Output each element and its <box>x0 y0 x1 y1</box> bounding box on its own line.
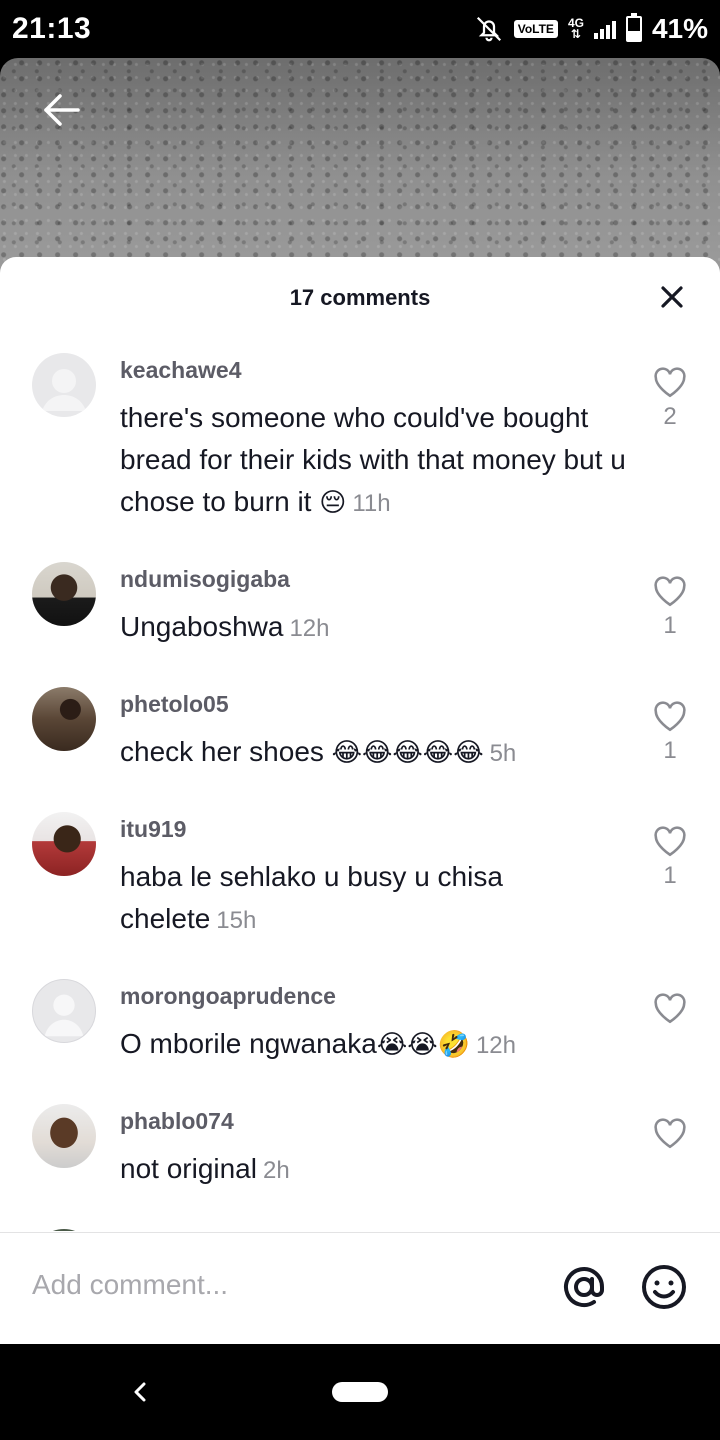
at-sign-icon[interactable] <box>560 1263 608 1311</box>
close-icon[interactable] <box>658 283 686 311</box>
comment-item: phablo074 not original 2h <box>0 1104 720 1214</box>
comment-item: itu919 haba le sehlako u busy u chisa ch… <box>0 812 720 962</box>
comment-text: there's someone who could've bought brea… <box>120 397 630 525</box>
heart-icon <box>654 701 686 732</box>
comment-input-bar: Add comment... <box>0 1232 720 1344</box>
avatar-default[interactable] <box>32 353 96 417</box>
comment-username[interactable]: phetolo05 <box>120 691 229 718</box>
like-button[interactable]: 1 <box>652 826 688 890</box>
comment-item: keachawe4 there's someone who could've b… <box>0 353 720 553</box>
system-nav-bar <box>0 1344 720 1440</box>
home-pill[interactable] <box>332 1382 388 1402</box>
default-avatar-icon <box>44 994 84 1037</box>
comment-item: ndumisogigaba Ungaboshwa 12h 1 <box>0 562 720 672</box>
avatar[interactable] <box>32 812 96 876</box>
heart-icon <box>654 1118 686 1149</box>
heart-icon <box>654 993 686 1024</box>
comment-text: not original 2h <box>120 1148 630 1192</box>
comment-time: 15h <box>216 907 257 934</box>
comment-username[interactable]: phablo074 <box>120 1108 234 1135</box>
comment-username[interactable]: keachawe4 <box>120 357 241 384</box>
comment-emoji: 😔 <box>319 488 347 518</box>
heart-icon <box>654 367 686 398</box>
heart-icon <box>654 576 686 607</box>
comment-body: check her shoes <box>120 736 332 767</box>
like-count: 1 <box>663 862 677 889</box>
status-icons: VoLTE 4G ⇅ 41% <box>474 12 708 46</box>
nav-back-icon[interactable] <box>126 1378 154 1406</box>
signal-icon <box>593 19 616 39</box>
comment-emoji: 😭😭🤣 <box>376 1030 470 1060</box>
comment-emoji: 😂😂😂😂😂 <box>331 738 484 768</box>
avatar[interactable] <box>32 1229 96 1231</box>
avatar[interactable] <box>32 1104 96 1168</box>
like-button[interactable]: 2 <box>652 367 688 431</box>
heart-icon <box>654 826 686 857</box>
comments-sheet: 17 comments keachawe4 there's someone wh… <box>0 257 720 1344</box>
comment-username[interactable]: morongoaprudence <box>120 983 336 1010</box>
notifications-off-icon <box>476 16 501 42</box>
battery-fill <box>627 30 640 40</box>
status-time: 21:13 <box>12 12 92 45</box>
like-button[interactable] <box>652 993 688 1029</box>
like-button[interactable]: 1 <box>652 576 688 640</box>
like-button[interactable]: 1 <box>652 701 688 765</box>
status-bar: 21:13 VoLTE 4G ⇅ 41% <box>0 0 720 58</box>
comment-text: Ungaboshwa 12h <box>120 606 630 650</box>
comment-username[interactable]: itu919 <box>120 816 186 843</box>
comment-body: haba le sehlako u busy u chisa chelete <box>120 861 503 934</box>
comment-time: 2h <box>262 1157 290 1184</box>
comment-time: 5h <box>489 740 517 767</box>
avatar[interactable] <box>32 562 96 626</box>
avatar[interactable] <box>32 687 96 751</box>
comment-text: check her shoes 😂😂😂😂😂 5h <box>120 731 630 775</box>
comment-list[interactable]: keachawe4 there's someone who could've b… <box>0 341 720 1231</box>
comment-body: Ungaboshwa <box>120 611 284 642</box>
like-button[interactable] <box>652 1118 688 1154</box>
battery-percent: 41% <box>651 13 708 44</box>
data-arrows-icon: ⇅ <box>570 27 581 41</box>
comment-item-partial <box>0 1229 720 1231</box>
avatar-default[interactable] <box>32 979 96 1043</box>
smiley-icon[interactable] <box>640 1263 688 1311</box>
comment-text: O mborile ngwanaka😭😭🤣 12h <box>120 1023 630 1067</box>
sheet-header: 17 comments <box>0 257 720 341</box>
battery-icon <box>625 13 642 42</box>
comment-username[interactable]: ndumisogigaba <box>120 566 290 593</box>
network-type: 4G ⇅ <box>568 17 584 41</box>
comment-body: O mborile ngwanaka <box>120 1028 377 1059</box>
default-avatar-icon <box>42 369 86 411</box>
comment-time: 12h <box>289 615 330 642</box>
comments-count-title: 17 comments <box>289 285 431 310</box>
comment-input[interactable]: Add comment... <box>32 1269 228 1301</box>
comment-body: not original <box>120 1153 257 1184</box>
video-preview <box>0 58 720 288</box>
back-button[interactable] <box>40 88 84 132</box>
comment-item: phetolo05 check her shoes 😂😂😂😂😂 5h 1 <box>0 687 720 797</box>
like-count: 1 <box>663 737 677 764</box>
comment-item: morongoaprudence O mborile ngwanaka😭😭🤣 12… <box>0 979 720 1089</box>
comment-text: haba le sehlako u busy u chisa chelete 15… <box>120 856 630 942</box>
like-count: 1 <box>663 612 677 639</box>
comment-time: 12h <box>475 1032 516 1059</box>
volte-badge: VoLTE <box>513 20 558 38</box>
like-count: 2 <box>663 403 677 430</box>
comment-time: 11h <box>352 490 391 517</box>
